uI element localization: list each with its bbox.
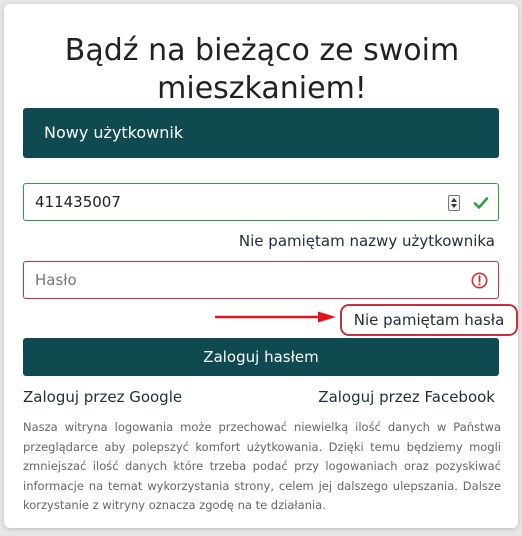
login-card: Bądź na bieżąco ze swoim mieszkaniem! No… bbox=[4, 4, 518, 528]
spinner-up-icon[interactable] bbox=[451, 198, 457, 202]
forgot-password-link[interactable]: Nie pamiętam hasła bbox=[340, 304, 518, 336]
login-with-password-button[interactable]: Zaloguj hasłem bbox=[23, 338, 499, 376]
number-spinner[interactable] bbox=[448, 195, 460, 211]
exclamation-circle-icon bbox=[471, 272, 488, 289]
new-user-button[interactable]: Nowy użytkownik bbox=[23, 108, 499, 158]
login-google-link[interactable]: Zaloguj przez Google bbox=[23, 388, 182, 406]
page-title: Bądź na bieżąco ze swoim mieszkaniem! bbox=[24, 32, 500, 108]
check-icon bbox=[473, 197, 489, 209]
username-input[interactable] bbox=[24, 184, 498, 220]
forgot-username-link[interactable]: Nie pamiętam nazwy użytkownika bbox=[239, 232, 495, 250]
username-field[interactable] bbox=[23, 183, 499, 221]
red-arrow-right-icon bbox=[214, 311, 336, 323]
spinner-down-icon[interactable] bbox=[451, 204, 457, 208]
page-title-line2: mieszkaniem! bbox=[157, 71, 367, 106]
page-title-line1: Bądź na bieżąco ze swoim bbox=[64, 33, 460, 68]
cookie-notice: Nasza witryna logowania może przechować … bbox=[23, 420, 501, 512]
password-field[interactable] bbox=[23, 261, 499, 299]
login-facebook-link[interactable]: Zaloguj przez Facebook bbox=[318, 388, 495, 406]
password-input[interactable] bbox=[24, 262, 498, 298]
